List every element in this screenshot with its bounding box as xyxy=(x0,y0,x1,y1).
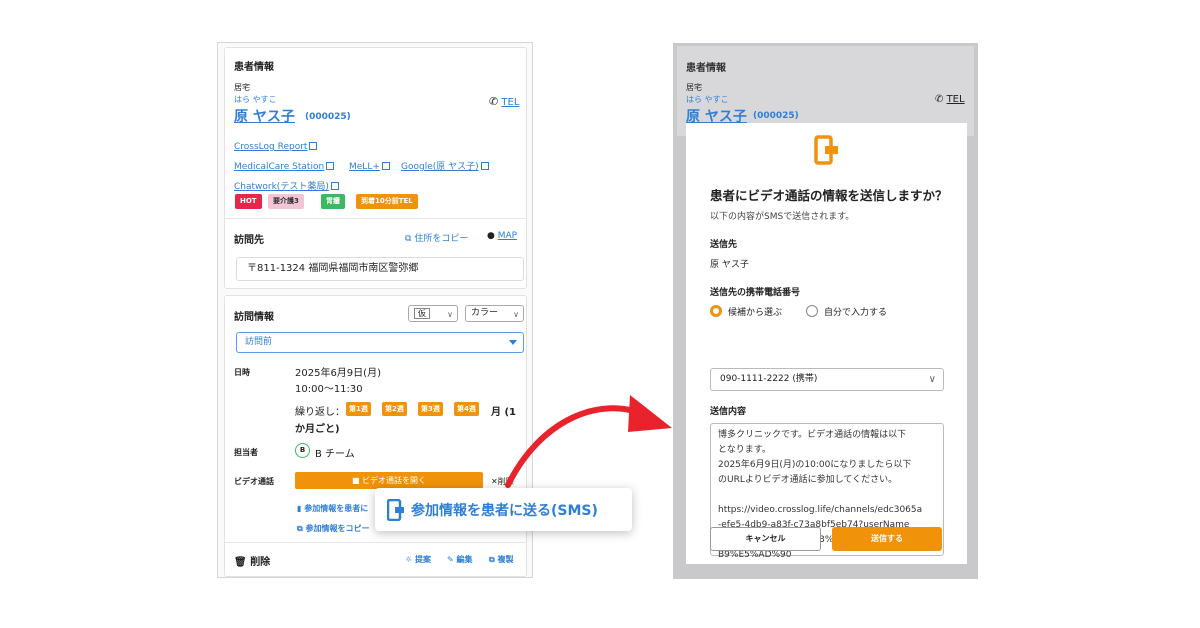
tel-link[interactable]: ✆ TEL xyxy=(935,94,965,105)
phone-icon: ✆ xyxy=(935,94,944,105)
chevron-down-icon: ∨ xyxy=(928,374,936,385)
week-badge-2: 第2週 xyxy=(382,402,407,416)
team-name: B チーム xyxy=(315,449,355,460)
message-line: https://video.crosslog.life/channels/edc… xyxy=(718,505,923,515)
copy-info-link[interactable]: ⧉ 参加情報をコピー xyxy=(297,523,370,534)
tentative-select[interactable]: 仮 ∨ xyxy=(408,305,458,322)
content-label: 送信内容 xyxy=(710,407,747,417)
phone-video-icon: ▮ xyxy=(297,504,302,513)
external-link-icon xyxy=(326,162,335,170)
visit-time: 10:00〜11:30 xyxy=(295,384,363,395)
send-to-patient-link[interactable]: ▮ 参加情報を患者に xyxy=(297,503,368,514)
chatwork-link[interactable]: Chatwork(テスト薬局) xyxy=(234,174,339,193)
chevron-down-icon: ∨ xyxy=(447,310,453,319)
visit-date: 2025年6月9日(月) xyxy=(295,368,381,379)
divider xyxy=(225,542,526,543)
suggest-button[interactable]: ☼ 提案 xyxy=(405,554,431,565)
modal-subtitle: 以下の内容がSMSで送信されます。 xyxy=(710,212,855,222)
badge-nutrition: 胃瘻 xyxy=(321,194,345,209)
arrow-curve xyxy=(505,405,648,488)
message-line xyxy=(718,488,936,503)
medicalcare-station-link[interactable]: MedicalCare Station xyxy=(234,154,335,173)
badge-phone-before-arrival: 到着10分前TEL xyxy=(356,194,418,209)
residence-type: 居宅 xyxy=(686,83,702,92)
radio-manual[interactable] xyxy=(806,305,818,317)
visit-place-title: 訪問先 xyxy=(234,235,264,246)
message-line: のURLよりビデオ通話に参加してください。 xyxy=(718,475,898,485)
cancel-button[interactable]: キャンセル xyxy=(710,527,821,551)
video-label: ビデオ通話 xyxy=(234,477,274,486)
map-link[interactable]: ● MAP xyxy=(487,231,517,241)
residence-type: 居宅 xyxy=(234,83,250,92)
crosslog-report-link[interactable]: CrossLog Report xyxy=(234,134,318,153)
arrow-graphic xyxy=(505,395,672,488)
send-button[interactable]: 送信する xyxy=(832,527,942,551)
message-line: 2025年6月9日(月)の10:00になりましたら以下 xyxy=(718,460,912,470)
repeat-suffix-2: か月ごと) xyxy=(295,424,340,435)
tel-link[interactable]: ✆ TEL xyxy=(489,95,519,108)
callout-label: 参加情報を患者に送る(SMS) xyxy=(411,503,598,519)
phone-video-icon xyxy=(387,499,404,521)
section-title-visit: 訪問情報 xyxy=(234,312,274,323)
radio-candidates-label: 候補から選ぶ xyxy=(728,308,783,318)
chevron-down-icon: ∨ xyxy=(513,310,519,319)
week-badge-1: 第1週 xyxy=(346,402,371,416)
divider xyxy=(225,218,526,219)
phone-number-select[interactable]: 090-1111-2222 (携帯) ∨ xyxy=(710,368,944,391)
google-link[interactable]: Google(原 ヤス子) xyxy=(401,154,489,173)
open-video-button[interactable]: ■ ビデオ通話を開く xyxy=(295,472,483,489)
badge-care-level: 要介護3 xyxy=(268,194,304,209)
week-badge-4: 第4週 xyxy=(454,402,479,416)
patient-id: (000025) xyxy=(753,111,799,121)
patient-info-card: 患者情報 居宅 はら やすこ 原 ヤス子 (000025) ✆ TEL Cros… xyxy=(224,47,527,289)
external-link-icon xyxy=(480,162,489,170)
video-icon: ■ xyxy=(351,476,360,485)
trash-icon: 🗑 xyxy=(234,557,247,568)
phone-video-icon xyxy=(814,135,838,165)
copy-icon: ⧉ xyxy=(297,524,303,533)
copy-address-button[interactable]: ⧉ 住所をコピー xyxy=(405,231,468,244)
color-select[interactable]: カラー ∨ xyxy=(465,305,524,322)
lightbulb-icon: ☼ xyxy=(405,555,413,564)
map-pin-icon: ● xyxy=(487,231,495,241)
week-badge-3: 第3週 xyxy=(418,402,443,416)
arrow-head xyxy=(628,395,672,432)
section-title-patient: 患者情報 xyxy=(686,63,726,74)
sms-callout[interactable]: 参加情報を患者に送る(SMS) xyxy=(375,488,632,531)
edit-button[interactable]: ✎ 編集 xyxy=(447,554,473,565)
assignee-label: 担当者 xyxy=(234,448,258,457)
address-field: 〒811-1324 福岡県福岡市南区警弥郷 xyxy=(236,257,524,281)
repeat-label: 繰り返し： xyxy=(295,407,345,418)
recipient-label: 送信先 xyxy=(710,240,738,250)
patient-id: (000025) xyxy=(305,112,351,122)
delete-visit-button[interactable]: 🗑 削除 xyxy=(234,553,270,568)
pencil-icon: ✎ xyxy=(447,555,454,564)
copy-icon: ⧉ xyxy=(405,234,412,244)
copy-icon: ⧉ xyxy=(489,555,495,564)
external-link-icon xyxy=(309,142,318,150)
dropdown-arrow-icon xyxy=(509,340,517,345)
send-video-info-modal: 患者にビデオ通話の情報を送信しますか？ 以下の内容がSMSで送信されます。 送信… xyxy=(686,123,967,564)
sms-dialog-screen: 患者情報 居宅 はら やすこ 原 ヤス子 (000025) ✆ TEL 患者にビ… xyxy=(673,43,978,579)
patient-kana: はら やすこ xyxy=(234,95,277,104)
patient-kana: はら やすこ xyxy=(686,95,729,104)
phone-icon: ✆ xyxy=(489,95,499,108)
patient-name-link[interactable]: 原 ヤス子 xyxy=(234,106,295,126)
mell-link[interactable]: MeLL+ xyxy=(349,154,390,173)
duplicate-button[interactable]: ⧉ 複製 xyxy=(489,554,514,565)
phone-number-label: 送信先の携帯電話番号 xyxy=(710,288,801,298)
radio-manual-label: 自分で入力する xyxy=(824,308,888,318)
visit-status-select[interactable]: 訪問前 xyxy=(236,332,524,353)
external-link-icon xyxy=(330,182,339,190)
modal-title: 患者にビデオ通話の情報を送信しますか？ xyxy=(710,188,948,203)
badge-hot: HOT xyxy=(235,194,262,209)
external-link-icon xyxy=(381,162,390,170)
date-label: 日時 xyxy=(234,368,250,377)
message-line: 博多クリニックです。ビデオ通話の情報は以下 xyxy=(718,430,907,440)
message-line: となります。 xyxy=(718,445,771,455)
radio-candidates[interactable] xyxy=(710,305,722,317)
team-icon: B xyxy=(295,443,310,458)
recipient-name: 原 ヤス子 xyxy=(710,260,749,270)
section-title-patient: 患者情報 xyxy=(234,62,274,73)
